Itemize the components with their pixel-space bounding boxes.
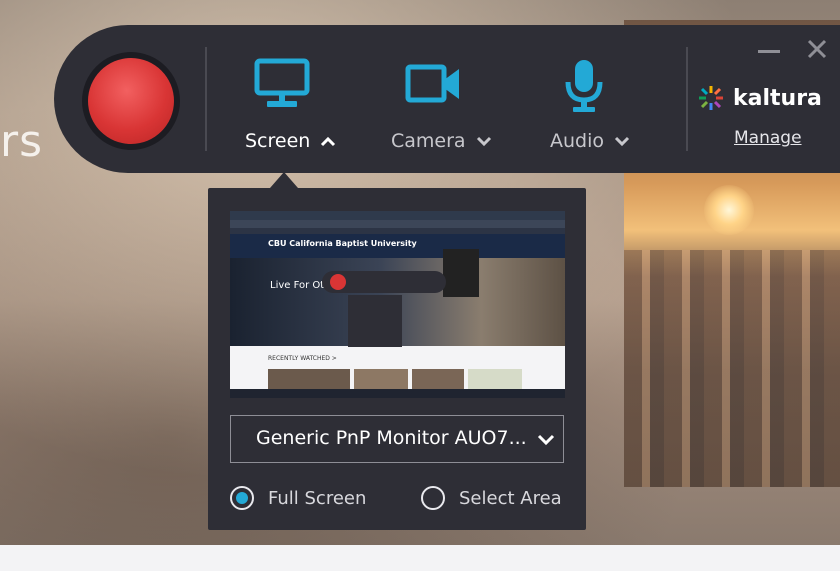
panel-caret: [270, 172, 298, 188]
background-heading-fragment: rs: [0, 116, 44, 167]
preview-taskbar: [230, 389, 565, 398]
screen-source-label[interactable]: Screen: [245, 127, 336, 155]
chevron-up-icon[interactable]: [320, 135, 336, 147]
brand-name: kaltura: [733, 85, 822, 111]
preview-thumbnail: [268, 369, 350, 389]
preview-thumbnail: [354, 369, 408, 389]
minimize-icon[interactable]: [758, 50, 780, 53]
chevron-down-icon[interactable]: [476, 135, 492, 147]
campus-rooftops: [624, 250, 840, 487]
camera-label-text: Camera: [391, 130, 466, 152]
microphone-icon: [565, 60, 603, 112]
full-screen-radio[interactable]: [230, 486, 254, 510]
monitor-select[interactable]: Generic PnP Monitor AUO7...: [230, 415, 564, 463]
toolbar-divider: [205, 47, 207, 151]
full-screen-label[interactable]: Full Screen: [268, 488, 366, 509]
screen-preview: CBU California Baptist University Live F…: [230, 211, 565, 398]
sunset-glow: [704, 185, 754, 235]
toolbar-divider: [686, 47, 688, 151]
preview-dropdown-menu: [443, 249, 479, 297]
preview-thumbnail: [412, 369, 464, 389]
preview-section-label: RECENTLY WATCHED >: [268, 355, 337, 362]
monitor-select-value: Generic PnP Monitor AUO7...: [256, 427, 527, 449]
preview-address-bar: [230, 220, 565, 228]
screen-label-text: Screen: [245, 130, 311, 152]
close-icon[interactable]: [804, 36, 830, 62]
audio-source-label[interactable]: Audio: [550, 127, 630, 155]
preview-site-name: CBU California Baptist University: [268, 239, 417, 248]
record-icon: [88, 58, 174, 144]
chevron-down-icon[interactable]: [614, 135, 630, 147]
audio-source-button[interactable]: [524, 58, 644, 116]
record-button[interactable]: [82, 52, 180, 150]
screen-source-button[interactable]: [222, 58, 342, 110]
camera-source-label[interactable]: Camera: [391, 127, 492, 155]
camera-icon: [405, 64, 459, 103]
bottom-band: [0, 545, 840, 571]
chevron-down-icon: [537, 434, 555, 446]
preview-thumbnail: [468, 369, 522, 389]
monitor-icon: [254, 58, 310, 107]
preview-browser-tabs: [230, 211, 565, 220]
audio-label-text: Audio: [550, 130, 605, 152]
preview-mini-panel: [348, 295, 402, 347]
preview-mini-record: [330, 274, 346, 290]
select-area-label[interactable]: Select Area: [459, 488, 562, 509]
select-area-radio[interactable]: [421, 486, 445, 510]
camera-source-button[interactable]: [374, 58, 494, 110]
radio-selected-dot: [236, 492, 248, 504]
kaltura-logo: kaltura: [697, 84, 822, 112]
manage-link[interactable]: Manage: [734, 128, 802, 148]
kaltura-burst-icon: [699, 86, 723, 110]
